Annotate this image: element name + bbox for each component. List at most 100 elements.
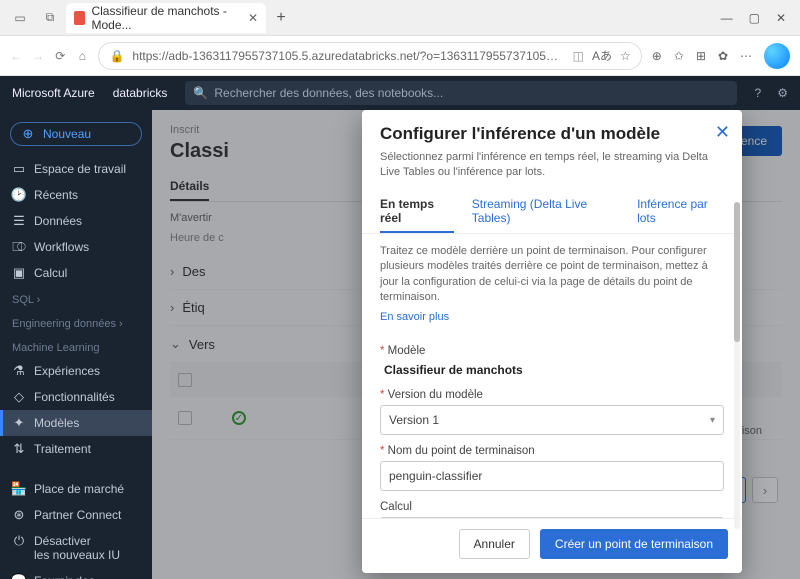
sidebar-label: Récents (34, 188, 78, 202)
translate-icon[interactable]: Aあ (592, 47, 612, 64)
sidebar-section-sql[interactable]: SQL › (0, 286, 152, 310)
version-select-value: Version 1 (389, 413, 439, 427)
window-close-icon[interactable]: ✕ (776, 11, 786, 25)
collections-icon[interactable]: ⧉ (36, 4, 64, 32)
favicon-icon (74, 11, 85, 25)
compute-field-label: Calcul (380, 501, 724, 513)
cancel-button[interactable]: Annuler (459, 529, 530, 559)
model-field-value: Classifieur de manchots (380, 361, 724, 379)
window-minimize-icon[interactable]: — (721, 11, 733, 25)
tab-title: Classifieur de manchots - Mode... (91, 4, 237, 32)
sidebar-label: Données (34, 214, 82, 228)
sidebar-label: Calcul (34, 266, 67, 280)
sidebar-label: Fonctionnalités (34, 390, 115, 404)
modal-title: Configurer l'inférence d'un modèle (380, 124, 724, 144)
workspace-icon: ▭ (12, 162, 26, 176)
version-select[interactable]: Version 1 ▾ (380, 405, 724, 435)
sidebar-label: Expériences (34, 364, 100, 378)
sidebar-section-ml: Machine Learning (0, 334, 152, 358)
refresh-icon[interactable]: ⟳ (54, 46, 66, 66)
forward-icon: → (32, 46, 44, 66)
version-field-label: Version du modèle (380, 389, 724, 401)
sidebar-item-data[interactable]: ☰ Données (0, 208, 152, 234)
sidebar-label: Fournir des commentaires (34, 574, 109, 579)
learn-more-link[interactable]: En savoir plus (380, 311, 449, 323)
sidebar: ⊕ Nouveau ▭ Espace de travail 🕑 Récents ☰ D… (0, 110, 152, 579)
global-search[interactable]: 🔍 Rechercher des données, des notebooks.… (185, 81, 736, 105)
sidebar-item-features[interactable]: ◇ Fonctionnalités (0, 384, 152, 410)
modal-scrollbar[interactable] (734, 202, 740, 529)
workflow-icon: ⎄ (12, 240, 26, 254)
section-label: Engineering données (12, 318, 116, 330)
features-icon: ◇ (12, 390, 26, 404)
data-icon: ☰ (12, 214, 26, 228)
section-label: SQL (12, 294, 34, 306)
help-icon[interactable]: ? (755, 86, 762, 100)
sidebar-item-marketplace[interactable]: 🏪 Place de marché (0, 476, 152, 502)
endpoint-name-input[interactable] (380, 461, 724, 491)
sidebar-item-partner[interactable]: ⊛Partner Connect (0, 502, 152, 528)
modal-subtitle: Sélectionnez parmi l'inférence en temps … (362, 150, 742, 191)
sync-icon[interactable]: ⊕ (652, 49, 662, 63)
bing-chat-icon[interactable] (764, 43, 790, 69)
sidebar-label: Place de marché (34, 482, 124, 496)
toggle-icon: ⏻ (12, 534, 26, 548)
favorite-icon[interactable]: ☆ (620, 49, 631, 63)
sidebar-item-recents[interactable]: 🕑 Récents (0, 182, 152, 208)
browser-tab[interactable]: Classifieur de manchots - Mode... ✕ (66, 3, 266, 33)
modal-tab-streaming[interactable]: Streaming (Delta Live Tables) (472, 191, 619, 233)
new-label: Nouveau (43, 127, 91, 141)
scroll-thumb[interactable] (734, 202, 740, 342)
chevron-down-icon: ▾ (710, 415, 715, 426)
configure-inference-modal: Configurer l'inférence d'un modèle ✕ Sél… (362, 110, 742, 573)
sidebar-label: Workflows (34, 240, 89, 254)
content-area: Inscrit Classi Utiliser le modèle pour l… (152, 110, 800, 579)
sidebar-item-feedback[interactable]: 💬 Fournir des commentaires (0, 568, 152, 579)
sidebar-item-workspace[interactable]: ▭ Espace de travail (0, 156, 152, 182)
window-maximize-icon[interactable]: ▢ (749, 11, 760, 25)
modal-tab-realtime[interactable]: En temps réel (380, 191, 454, 233)
sidebar-label: Désactiver les nouveaux IU (34, 534, 120, 562)
back-icon[interactable]: ← (10, 46, 22, 66)
azure-logo: Microsoft Azure (12, 86, 95, 100)
url-text: https://adb-1363117955737105.5.azuredata… (132, 49, 564, 63)
comment-icon: 💬 (12, 574, 26, 579)
serving-icon: ⇅ (12, 442, 26, 456)
search-placeholder: Rechercher des données, des notebooks... (214, 86, 443, 100)
settings-icon[interactable]: ⚙ (777, 86, 788, 100)
endpoint-field-label: Nom du point de terminaison (380, 445, 724, 457)
create-endpoint-button[interactable]: Créer un point de terminaison (540, 529, 728, 559)
sidebar-item-serving[interactable]: ⇅Traitement (0, 436, 152, 462)
sidebar-item-deactivate[interactable]: ⏻ Désactiver les nouveaux IU (0, 528, 152, 568)
sidebar-item-experiments[interactable]: ⚗Expériences (0, 358, 152, 384)
databricks-logo: databricks (113, 86, 168, 100)
modal-tab-batch[interactable]: Inférence par lots (637, 191, 724, 233)
menu-icon[interactable]: ⋯ (740, 49, 752, 63)
extensions-icon[interactable]: ✿ (718, 49, 728, 63)
address-bar[interactable]: 🔒 https://adb-1363117955737105.5.azureda… (98, 42, 641, 70)
reader-icon[interactable]: ◫ (573, 49, 584, 63)
clock-icon: 🕑 (12, 188, 26, 202)
sidebar-item-workflows[interactable]: ⎄ Workflows (0, 234, 152, 260)
new-tab-button[interactable]: + (268, 5, 294, 31)
model-field-label: Modèle (380, 345, 724, 357)
sidebar-section-eng[interactable]: Engineering données › (0, 310, 152, 334)
sidebar-item-compute[interactable]: ▣Calcul (0, 260, 152, 286)
lock-icon: 🔒 (109, 49, 124, 63)
hub-favorites-icon[interactable]: ✩ (674, 49, 684, 63)
new-button[interactable]: ⊕ Nouveau (10, 122, 142, 146)
store-icon: 🏪 (12, 482, 26, 496)
modal-help-text: Traitez ce modèle derrière un point de t… (380, 244, 724, 306)
workspaces-icon[interactable]: ▭ (6, 4, 34, 32)
plus-icon: ⊕ (21, 127, 35, 141)
search-icon: 🔍 (193, 86, 208, 100)
collections2-icon[interactable]: ⊞ (696, 49, 706, 63)
sidebar-item-models[interactable]: ✦ Modèles (0, 410, 152, 436)
close-tab-icon[interactable]: ✕ (248, 11, 258, 25)
sidebar-label: Modèles (34, 416, 79, 430)
modal-close-button[interactable]: ✕ (715, 122, 730, 143)
sidebar-label: Espace de travail (34, 162, 126, 176)
models-icon: ✦ (12, 416, 26, 430)
home-icon[interactable]: ⌂ (76, 46, 88, 66)
partner-icon: ⊛ (12, 508, 26, 522)
